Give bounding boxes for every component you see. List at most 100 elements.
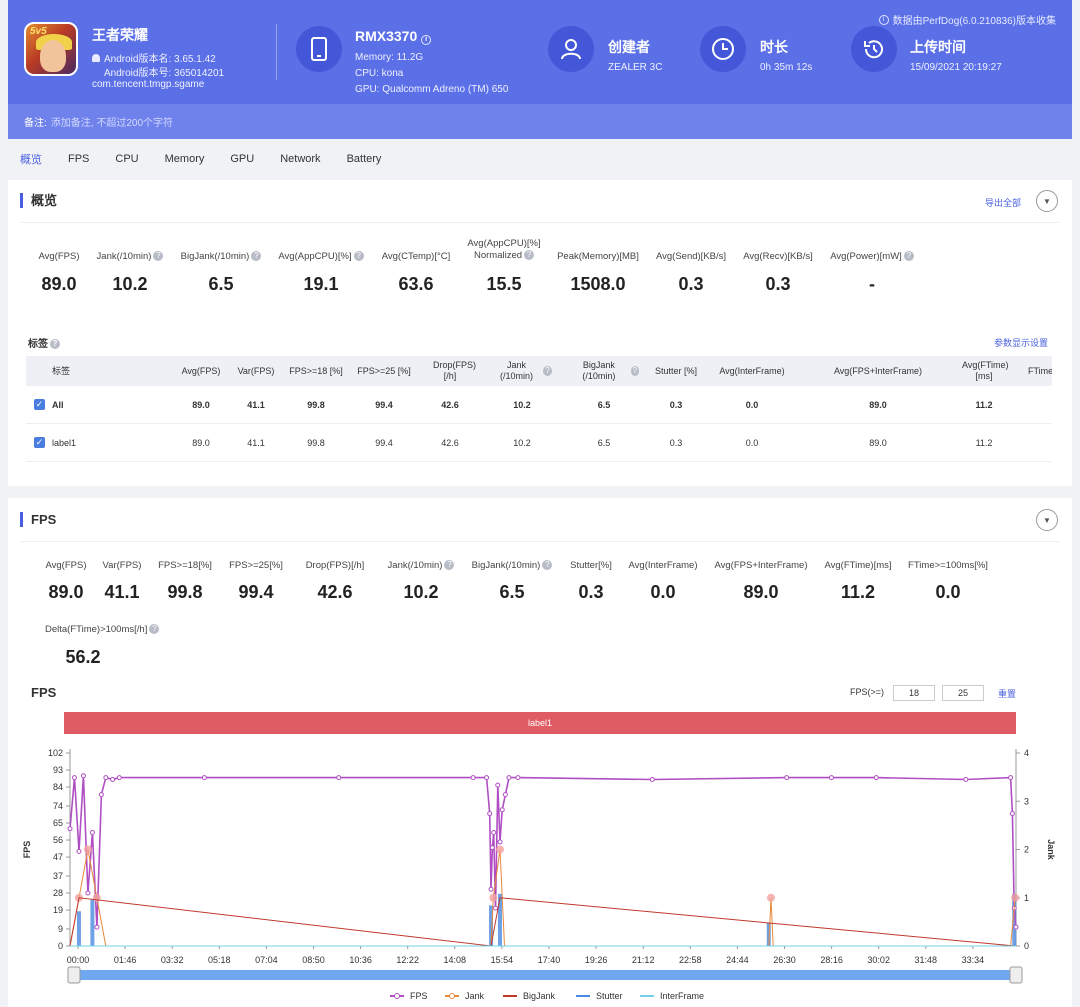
- help-icon[interactable]: ?: [903, 251, 914, 262]
- tab-overview[interactable]: 概览: [20, 151, 42, 167]
- fps-point[interactable]: [484, 775, 490, 781]
- label-band[interactable]: label1: [64, 712, 1016, 734]
- table-cell: 42.6: [441, 438, 459, 448]
- series-bigjank-line[interactable]: [69, 897, 1016, 947]
- row-checkbox[interactable]: ✓: [34, 437, 45, 448]
- zoom-handle-left[interactable]: [67, 966, 81, 984]
- fps-point[interactable]: [784, 775, 790, 781]
- table-header-cell[interactable]: Drop(FPS) [/h]: [420, 356, 480, 386]
- note-bar[interactable]: 备注: 添加备注, 不超过200个字符: [8, 104, 1072, 139]
- param-settings-link[interactable]: 参数显示设置: [994, 336, 1048, 349]
- fps-threshold-input-1[interactable]: [893, 685, 935, 701]
- device-model: RMX3370 i: [355, 28, 432, 45]
- stutter-bar[interactable]: [498, 893, 502, 946]
- stutter-bar[interactable]: [76, 911, 81, 946]
- device-info-icon[interactable]: i: [421, 35, 432, 45]
- legend-label[interactable]: Stutter: [596, 991, 623, 1001]
- fps-point[interactable]: [116, 775, 122, 781]
- fps-point[interactable]: [110, 776, 116, 782]
- table-header-cell[interactable]: Avg(FPS+InterFrame): [823, 356, 933, 386]
- help-icon[interactable]: ?: [251, 251, 262, 262]
- fps-point[interactable]: [649, 776, 655, 782]
- help-icon[interactable]: ?: [630, 366, 639, 376]
- fps-point[interactable]: [1008, 775, 1014, 781]
- fps-point[interactable]: [499, 807, 505, 813]
- fps-point[interactable]: [336, 775, 342, 781]
- tab-gpu[interactable]: GPU: [230, 153, 254, 165]
- fps-point[interactable]: [487, 811, 493, 817]
- x-tick-label: 10:36: [349, 955, 372, 965]
- fps-point[interactable]: [488, 886, 494, 892]
- row-checkbox[interactable]: ✓: [34, 399, 45, 410]
- tab-memory[interactable]: Memory: [165, 153, 205, 165]
- table-header-cell[interactable]: Avg(FTime) [ms]: [949, 356, 1019, 386]
- fps-point[interactable]: [489, 845, 495, 851]
- zoom-handle-right[interactable]: [1009, 966, 1023, 984]
- table-header-cell[interactable]: 标签: [52, 356, 112, 386]
- table-header-cell[interactable]: FPS>=25 [%]: [349, 356, 419, 386]
- fps-point[interactable]: [506, 775, 512, 781]
- table-header-cell[interactable]: Avg(FPS): [171, 356, 231, 386]
- fps-point[interactable]: [80, 773, 86, 779]
- zoom-slider-track[interactable]: [74, 970, 1020, 980]
- fps-point[interactable]: [873, 775, 879, 781]
- jank-point[interactable]: [496, 845, 504, 854]
- fps-point[interactable]: [94, 924, 100, 930]
- table-header-cell[interactable]: FPS>=18 [%]: [281, 356, 351, 386]
- table-header-cell[interactable]: FTime>=: [1028, 356, 1052, 386]
- fps-point[interactable]: [491, 829, 497, 835]
- fps-point[interactable]: [495, 782, 501, 788]
- help-icon[interactable]: ?: [524, 250, 535, 261]
- fps-point[interactable]: [963, 776, 969, 782]
- note-input[interactable]: 添加备注, 不超过200个字符: [51, 114, 173, 129]
- fps-point[interactable]: [497, 839, 503, 845]
- tab-network[interactable]: Network: [280, 153, 320, 165]
- fps-collapse-icon[interactable]: ▼: [1036, 509, 1058, 531]
- table-row[interactable]: ✓ label1 89.0 41.1 99.8 99.4 42.6 10.2 6.5 0.3 0.0…: [26, 424, 1052, 462]
- legend-label[interactable]: BigJank: [523, 991, 556, 1001]
- fps-point[interactable]: [76, 848, 82, 854]
- stutter-bar[interactable]: [90, 899, 95, 946]
- fps-point[interactable]: [502, 792, 508, 798]
- reset-button[interactable]: 重置: [998, 687, 1016, 700]
- fps-point[interactable]: [89, 829, 95, 835]
- overview-collapse-icon[interactable]: ▼: [1036, 190, 1058, 212]
- fps-point[interactable]: [85, 890, 91, 896]
- jank-point[interactable]: [766, 893, 775, 902]
- tab-battery[interactable]: Battery: [347, 153, 382, 165]
- table-header-cell[interactable]: BigJank (/10min)?: [569, 356, 639, 386]
- series-jank-line[interactable]: [69, 849, 1016, 947]
- table-header-cell[interactable]: Jank (/10min)?: [492, 356, 552, 386]
- help-icon[interactable]: ?: [149, 624, 160, 635]
- fps-point[interactable]: [493, 905, 499, 911]
- jank-point[interactable]: [489, 893, 498, 902]
- tab-cpu[interactable]: CPU: [115, 153, 138, 165]
- jank-point[interactable]: [1011, 893, 1020, 902]
- export-all-link[interactable]: 导出全部: [985, 196, 1021, 209]
- fps-point[interactable]: [71, 775, 77, 781]
- table-header-cell[interactable]: Var(FPS): [226, 356, 286, 386]
- tab-fps[interactable]: FPS: [68, 153, 89, 165]
- table-header-cell[interactable]: Stutter [%]: [646, 356, 706, 386]
- fps-point[interactable]: [1009, 811, 1015, 817]
- fps-chart[interactable]: 0 9 19 28 37 47 56 65 74 84 93 102 0 1 2 3 4 FPS Jank 00:00…: [8, 738, 1072, 1006]
- fps-point[interactable]: [515, 775, 521, 781]
- help-icon[interactable]: ?: [50, 339, 60, 350]
- legend-label[interactable]: FPS: [410, 991, 428, 1001]
- app-icon-badge: 5v5: [30, 26, 47, 37]
- fps-point[interactable]: [1013, 924, 1019, 930]
- fps-threshold-input-2[interactable]: [942, 685, 984, 701]
- help-icon[interactable]: ?: [543, 366, 552, 376]
- legend-label[interactable]: Jank: [465, 991, 485, 1001]
- table-row[interactable]: ✓ All 89.0 41.1 99.8 99.4 42.6 10.2 6.5 0.3 0.0 89.…: [26, 386, 1052, 424]
- series-fps-line[interactable]: [69, 775, 1017, 928]
- fps-point[interactable]: [67, 826, 73, 832]
- fps-point[interactable]: [470, 775, 476, 781]
- legend-label[interactable]: InterFrame: [660, 991, 704, 1001]
- fps-point[interactable]: [98, 792, 104, 798]
- jank-point[interactable]: [83, 845, 92, 854]
- fps-point[interactable]: [201, 775, 207, 781]
- table-header-cell[interactable]: Avg(InterFrame): [712, 356, 792, 386]
- fps-point[interactable]: [828, 775, 834, 781]
- fps-point[interactable]: [103, 775, 109, 781]
